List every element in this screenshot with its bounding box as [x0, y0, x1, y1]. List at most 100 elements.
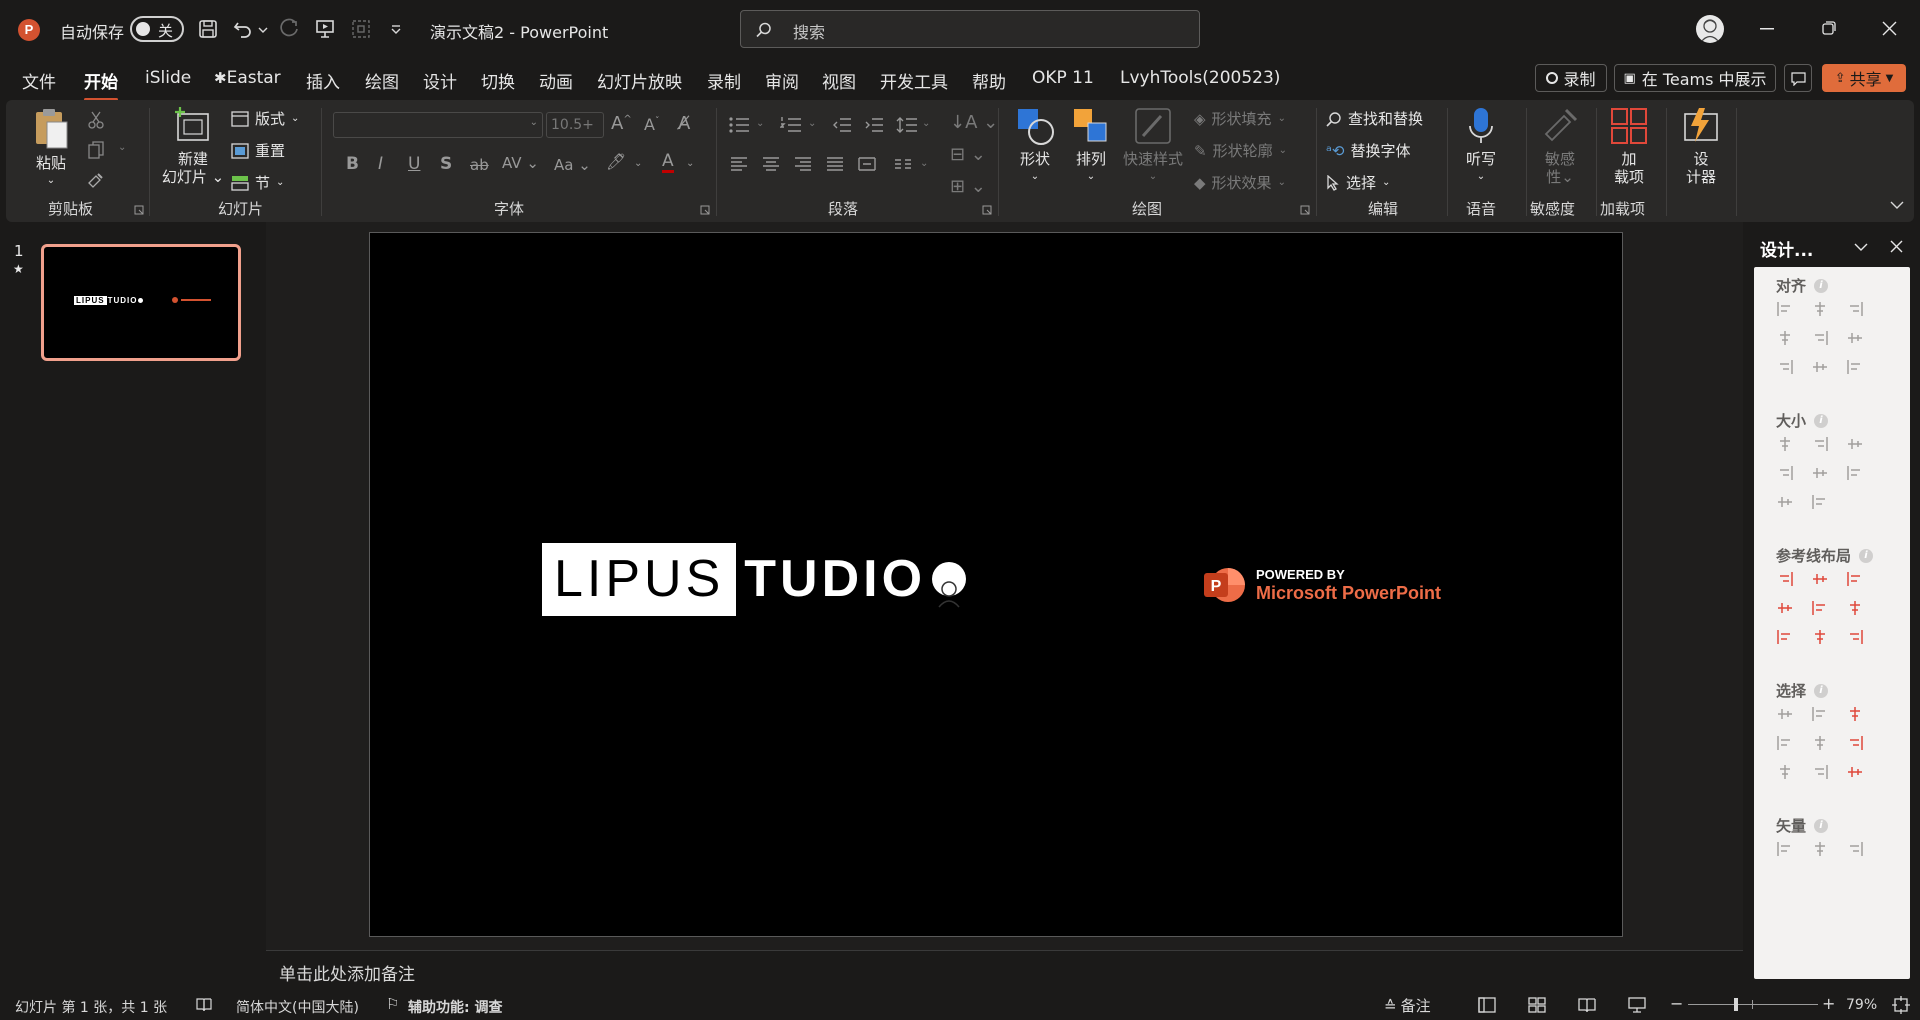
- replace-font-button[interactable]: ᵃ⟲ 替换字体: [1326, 140, 1410, 161]
- tab-lvyhtools[interactable]: LvyhTools(200523): [1120, 68, 1280, 88]
- pane-size-tool-icon[interactable]: [1811, 464, 1829, 482]
- copy-chevron-icon[interactable]: ⌄: [118, 142, 126, 153]
- slide-canvas[interactable]: LIPUS TUDIO P POWERED BY Microsoft Power…: [369, 232, 1623, 937]
- add-ins-button[interactable]: 加 载项: [1604, 106, 1654, 186]
- designer-button[interactable]: 设 计器: [1676, 106, 1726, 186]
- present-in-teams-button[interactable]: ▣ 在 Teams 中展示: [1614, 64, 1776, 92]
- customize-qat-icon[interactable]: [390, 24, 402, 36]
- pane-vector-tool-icon[interactable]: [1846, 840, 1864, 858]
- format-painter-icon[interactable]: [86, 170, 106, 190]
- info-icon[interactable]: i: [1859, 548, 1874, 563]
- pane-size-tool-icon[interactable]: [1776, 493, 1794, 511]
- pane-align-tool-icon[interactable]: [1846, 300, 1864, 318]
- pane-guide-layout-tool-icon[interactable]: [1846, 599, 1864, 617]
- drawing-launcher-icon[interactable]: [1300, 205, 1310, 215]
- pane-guide-layout-tool-icon[interactable]: [1811, 570, 1829, 588]
- info-icon[interactable]: i: [1814, 818, 1829, 833]
- start-slideshow-icon[interactable]: [314, 18, 336, 40]
- layout-button[interactable]: 版式 ⌄: [231, 108, 299, 129]
- pane-align-tool-icon[interactable]: [1776, 358, 1794, 376]
- clear-formatting-icon[interactable]: A̸: [678, 113, 690, 134]
- slideshow-view-icon[interactable]: [1628, 997, 1646, 1013]
- record-button[interactable]: 录制: [1535, 64, 1607, 92]
- tab-file[interactable]: 文件: [22, 68, 56, 93]
- quick-styles-button[interactable]: 快速样式 ⌄: [1120, 106, 1186, 186]
- redo-icon[interactable]: [278, 18, 300, 40]
- numbering-icon[interactable]: [780, 116, 802, 134]
- tab-islide[interactable]: iSlide: [145, 68, 191, 88]
- line-spacing-chevron-icon[interactable]: ⌄: [922, 118, 930, 129]
- pane-close-icon[interactable]: [1890, 240, 1903, 253]
- tab-record[interactable]: 录制: [707, 68, 741, 93]
- tab-home[interactable]: 开始: [84, 68, 118, 101]
- shapes-button[interactable]: 形状 ⌄: [1012, 106, 1058, 186]
- pane-guide-layout-tool-icon[interactable]: [1846, 570, 1864, 588]
- normal-view-icon[interactable]: [1478, 997, 1496, 1013]
- justify-icon[interactable]: [826, 156, 844, 172]
- increase-font-icon[interactable]: A^: [611, 113, 632, 134]
- pane-align-tool-icon[interactable]: [1776, 300, 1794, 318]
- collapse-ribbon-icon[interactable]: [1890, 200, 1904, 210]
- font-name-select[interactable]: ⌄: [333, 112, 543, 138]
- save-icon[interactable]: [198, 19, 218, 39]
- pane-size-tool-icon[interactable]: [1846, 435, 1864, 453]
- zoom-level[interactable]: 79%: [1846, 997, 1877, 1013]
- pane-guide-layout-tool-icon[interactable]: [1811, 628, 1829, 646]
- pane-select-tool-icon[interactable]: [1846, 734, 1864, 752]
- zoom-slider-thumb[interactable]: [1734, 998, 1738, 1011]
- pane-align-tool-icon[interactable]: [1846, 329, 1864, 347]
- columns-chevron-icon[interactable]: ⌄: [920, 158, 928, 169]
- decrease-font-icon[interactable]: Aˇ: [644, 115, 659, 134]
- pane-align-tool-icon[interactable]: [1811, 358, 1829, 376]
- info-icon[interactable]: i: [1814, 278, 1829, 293]
- new-slide-button[interactable]: 新建 幻灯片 ⌄: [160, 106, 226, 186]
- pane-align-tool-icon[interactable]: [1846, 358, 1864, 376]
- char-spacing-icon[interactable]: AV ⌄: [502, 154, 539, 172]
- smartart-icon[interactable]: ⊞ ⌄: [950, 176, 986, 197]
- zoom-slider[interactable]: [1688, 998, 1818, 1011]
- zoom-in-icon[interactable]: +: [1822, 994, 1835, 1013]
- tab-developer[interactable]: 开发工具: [880, 68, 948, 93]
- pane-guide-layout-tool-icon[interactable]: [1776, 570, 1794, 588]
- pane-select-tool-icon[interactable]: [1811, 763, 1829, 781]
- search-box[interactable]: 搜索: [740, 10, 1200, 48]
- font-color-icon[interactable]: A: [662, 152, 674, 173]
- pane-size-tool-icon[interactable]: [1811, 435, 1829, 453]
- pane-align-tool-icon[interactable]: [1811, 300, 1829, 318]
- tab-animations[interactable]: 动画: [539, 68, 573, 93]
- comments-button[interactable]: [1784, 64, 1812, 92]
- language-status[interactable]: 简体中文(中国大陆): [236, 997, 359, 1017]
- align-text-icon[interactable]: ⊟ ⌄: [950, 144, 986, 165]
- tab-okp[interactable]: OKP 11: [1032, 68, 1094, 88]
- info-icon[interactable]: i: [1814, 683, 1829, 698]
- shape-effects-button[interactable]: ◆ 形状效果 ⌄: [1194, 172, 1286, 193]
- notes-pane[interactable]: 单击此处添加备注: [266, 950, 1743, 990]
- tab-review[interactable]: 审阅: [765, 68, 799, 93]
- minimize-icon[interactable]: [1760, 28, 1774, 30]
- pane-size-tool-icon[interactable]: [1811, 493, 1829, 511]
- close-icon[interactable]: [1882, 21, 1897, 36]
- clipboard-launcher-icon[interactable]: [134, 205, 144, 215]
- pane-guide-layout-tool-icon[interactable]: [1776, 599, 1794, 617]
- tab-eastar[interactable]: ✱Eastar: [214, 68, 281, 88]
- font-size-select[interactable]: 10.5+: [546, 112, 604, 138]
- autosave-toggle[interactable]: 关: [130, 16, 184, 42]
- info-icon[interactable]: i: [1814, 413, 1829, 428]
- slide-thumbnail[interactable]: LIPUS TUDIO: [41, 244, 241, 361]
- tab-insert[interactable]: 插入: [306, 68, 340, 93]
- paste-button[interactable]: 粘贴 ⌄: [28, 106, 74, 190]
- paragraph-launcher-icon[interactable]: [982, 205, 992, 215]
- pane-size-tool-icon[interactable]: [1846, 464, 1864, 482]
- pane-guide-layout-tool-icon[interactable]: [1776, 628, 1794, 646]
- pane-select-tool-icon[interactable]: [1846, 705, 1864, 723]
- tab-slideshow[interactable]: 幻灯片放映: [597, 68, 682, 93]
- pane-guide-layout-tool-icon[interactable]: [1811, 599, 1829, 617]
- sensitivity-button[interactable]: 敏感 性⌄: [1534, 106, 1586, 186]
- pane-vector-tool-icon[interactable]: [1776, 840, 1794, 858]
- pane-select-tool-icon[interactable]: [1776, 734, 1794, 752]
- share-button[interactable]: ⇪ 共享 ▼: [1822, 64, 1906, 92]
- align-center-icon[interactable]: [762, 156, 780, 172]
- tab-transitions[interactable]: 切换: [481, 68, 515, 93]
- tab-help[interactable]: 帮助: [972, 68, 1006, 93]
- select-button[interactable]: 选择 ⌄: [1326, 172, 1390, 193]
